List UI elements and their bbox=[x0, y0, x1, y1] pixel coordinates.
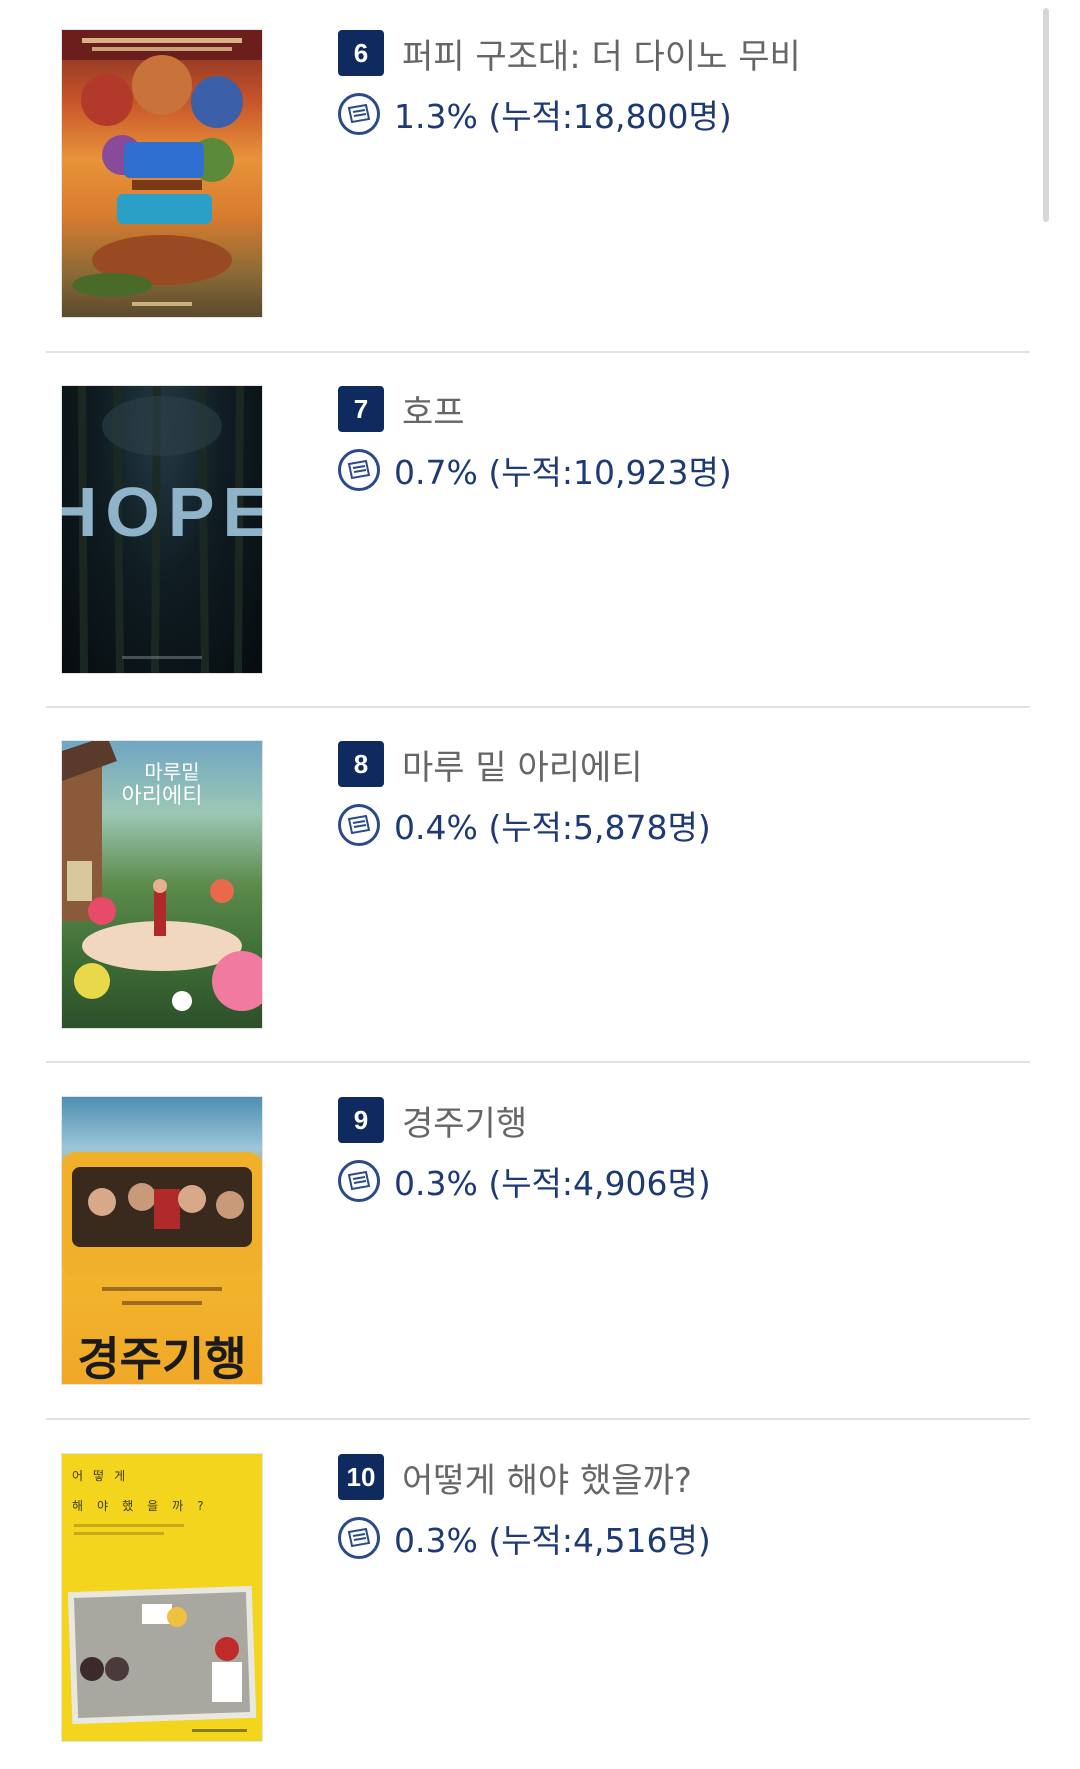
movie-info: 9 경주기행 0.3% (누적:4,906명) bbox=[338, 1097, 711, 1203]
poster-art: 경주기행 bbox=[62, 1152, 262, 1384]
title-line: 10 어떻게 해야 했을까? bbox=[338, 1453, 711, 1502]
rank-badge: 9 bbox=[338, 1097, 384, 1143]
ticket-icon bbox=[338, 1160, 380, 1202]
rank-badge: 7 bbox=[338, 386, 384, 432]
stat-line: 0.3% (누적:4,516명) bbox=[338, 1516, 711, 1560]
movie-poster[interactable]: 어떻게 해야했을까? bbox=[62, 1454, 262, 1741]
title-line: 6 퍼피 구조대: 더 다이노 무비 bbox=[338, 29, 801, 78]
ticket-icon bbox=[338, 93, 380, 135]
movie-title[interactable]: 경주기행 bbox=[402, 1096, 527, 1145]
rank-badge: 10 bbox=[338, 1454, 384, 1500]
svg-text:해야했을까?: 해야했을까? bbox=[72, 1499, 218, 1513]
movie-info: 10 어떻게 해야 했을까? 0.3% (누적:4,516명) bbox=[338, 1454, 711, 1560]
poster-art: 어떻게 해야했을까? bbox=[67, 1469, 257, 1732]
svg-text:아리에티: 아리에티 bbox=[122, 784, 203, 809]
poster-title-text: 경주기행 bbox=[77, 1332, 246, 1384]
list-item[interactable]: HOPE 7 호프 0.7% (누적:10,923명) bbox=[0, 353, 1080, 709]
poster-title-text: HOPE bbox=[62, 473, 262, 551]
rank-badge: 8 bbox=[338, 741, 384, 787]
audience-stat: 0.4% (누적:5,878명) bbox=[394, 808, 711, 847]
title-line: 9 경주기행 bbox=[338, 1096, 711, 1145]
movie-poster[interactable]: 마루밑 아리에티 bbox=[62, 741, 262, 1028]
title-line: 8 마루 밑 아리에티 bbox=[338, 740, 711, 789]
list-item[interactable]: 6 퍼피 구조대: 더 다이노 무비 1.3% (누적:18,800명) bbox=[0, 0, 1080, 351]
movie-info: 8 마루 밑 아리에티 0.4% (누적:5,878명) bbox=[338, 741, 711, 847]
list-item[interactable]: 어떻게 해야했을까? 10 어떻게 해야 했을까? 0.3% (누적:4,516… bbox=[0, 1420, 1080, 1769]
rank-badge: 6 bbox=[338, 30, 384, 76]
list-item[interactable]: 마루밑 아리에티 8 마루 밑 아리에티 0.4% (누적:5,878명) bbox=[0, 708, 1080, 1064]
movie-poster[interactable]: 경주기행 bbox=[62, 1097, 262, 1384]
scrollbar[interactable] bbox=[1043, 8, 1049, 222]
list-item[interactable]: 경주기행 9 경주기행 0.3% (누적:4,906명) bbox=[0, 1063, 1080, 1419]
movie-poster[interactable]: HOPE bbox=[62, 386, 262, 673]
ticket-icon bbox=[338, 449, 380, 491]
stat-line: 0.3% (누적:4,906명) bbox=[338, 1159, 711, 1203]
poster-art: 마루밑 아리에티 bbox=[62, 741, 262, 1011]
movie-title[interactable]: 퍼피 구조대: 더 다이노 무비 bbox=[402, 29, 801, 78]
movie-poster[interactable] bbox=[62, 30, 262, 317]
audience-stat: 0.3% (누적:4,516명) bbox=[394, 1521, 711, 1560]
stat-line: 0.4% (누적:5,878명) bbox=[338, 803, 711, 847]
movie-info: 6 퍼피 구조대: 더 다이노 무비 1.3% (누적:18,800명) bbox=[338, 30, 801, 136]
poster-title-text: 어떻게 bbox=[72, 1469, 135, 1483]
ticket-icon bbox=[338, 1517, 380, 1559]
stat-line: 1.3% (누적:18,800명) bbox=[338, 92, 801, 136]
audience-stat: 0.3% (누적:4,906명) bbox=[394, 1164, 711, 1203]
poster-art bbox=[62, 30, 262, 306]
movie-title[interactable]: 마루 밑 아리에티 bbox=[402, 740, 643, 789]
stat-line: 0.7% (누적:10,923명) bbox=[338, 448, 732, 492]
movie-title[interactable]: 호프 bbox=[402, 385, 465, 434]
movie-title[interactable]: 어떻게 해야 했을까? bbox=[402, 1453, 692, 1502]
ticket-icon bbox=[338, 804, 380, 846]
audience-stat: 0.7% (누적:10,923명) bbox=[394, 453, 732, 492]
box-office-list: 6 퍼피 구조대: 더 다이노 무비 1.3% (누적:18,800명) HOP… bbox=[0, 0, 1080, 1741]
movie-info: 7 호프 0.7% (누적:10,923명) bbox=[338, 386, 732, 492]
title-line: 7 호프 bbox=[338, 385, 732, 434]
audience-stat: 1.3% (누적:18,800명) bbox=[394, 97, 732, 136]
poster-title-text: 마루밑 bbox=[144, 760, 199, 784]
poster-art: HOPE bbox=[62, 386, 262, 673]
